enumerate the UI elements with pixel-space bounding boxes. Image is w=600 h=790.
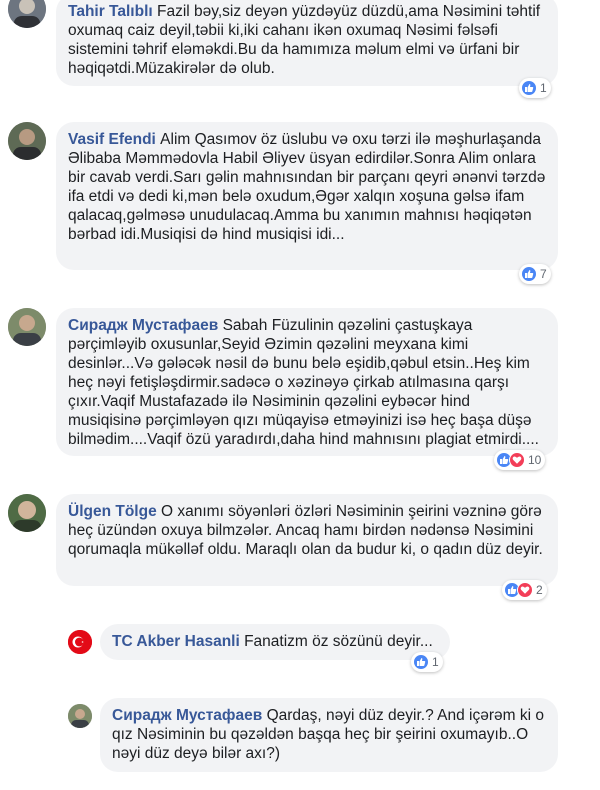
comment-author[interactable]: Сирадж Мустафаев <box>68 317 223 334</box>
love-reaction-icon <box>509 452 525 468</box>
comment-text: Fanatizm öz sözünü deyir... <box>244 633 433 650</box>
comment-text: Sabah Füzulinin qəzəlini çastuşkaya pərç… <box>68 317 539 448</box>
avatar[interactable] <box>8 494 46 532</box>
like-reaction-icon <box>413 654 429 670</box>
profile-photo-icon <box>68 704 92 728</box>
reaction-count: 10 <box>528 453 542 467</box>
reactions-badge[interactable]: 10 <box>494 450 546 470</box>
profile-photo-icon <box>8 494 46 532</box>
comment-bubble: Сирадж Мустафаев Sabah Füzulinin qəzəlin… <box>56 308 558 456</box>
turkey-flag-icon <box>68 630 92 654</box>
reactions-badge[interactable]: 1 <box>519 78 551 98</box>
comment: Tahir Talıblı Fazil bəy,siz deyən yüzdəy… <box>0 0 600 100</box>
comment-bubble: TC Akber Hasanli Fanatizm öz sözünü deyi… <box>100 624 450 660</box>
avatar[interactable] <box>68 630 92 654</box>
profile-photo-icon <box>8 0 46 28</box>
reaction-count: 2 <box>536 583 543 597</box>
love-reaction-icon <box>517 582 533 598</box>
comment-bubble: Ülgen Tölge O xanımı söyənləri özləri Nə… <box>56 494 558 586</box>
comment-bubble: Сирадж Мустафаев Qardaş, nəyi düz deyir.… <box>100 698 558 772</box>
avatar[interactable] <box>8 0 46 28</box>
like-reaction-icon <box>521 266 537 282</box>
profile-photo-icon <box>8 308 46 346</box>
avatar[interactable] <box>8 308 46 346</box>
avatar[interactable] <box>68 704 92 728</box>
reaction-count: 1 <box>540 81 547 95</box>
comment-bubble: Vasif Efendi Alim Qasımov öz üslubu və o… <box>56 122 558 270</box>
comment-author[interactable]: Сирадж Мустафаев <box>112 707 267 724</box>
profile-photo-icon <box>8 122 46 160</box>
comment-author[interactable]: Vasif Efendi <box>68 131 160 148</box>
like-reaction-icon <box>521 80 537 96</box>
avatar[interactable] <box>8 122 46 160</box>
reaction-count: 7 <box>540 267 547 281</box>
reactions-badge[interactable]: 7 <box>519 264 551 284</box>
comment-author[interactable]: Tahir Talıblı <box>68 3 157 20</box>
comment-author[interactable]: TC Akber Hasanli <box>112 633 244 650</box>
reactions-badge[interactable]: 1 <box>411 652 443 672</box>
reaction-count: 1 <box>432 655 439 669</box>
comment-author[interactable]: Ülgen Tölge <box>68 503 161 520</box>
reactions-badge[interactable]: 2 <box>502 580 547 600</box>
comment-bubble: Tahir Talıblı Fazil bəy,siz deyən yüzdəy… <box>56 0 558 86</box>
